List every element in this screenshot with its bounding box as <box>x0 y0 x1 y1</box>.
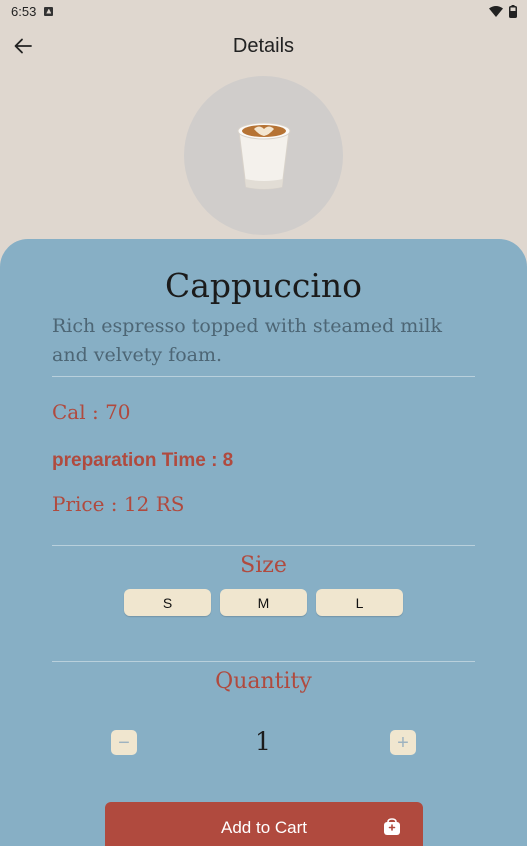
add-to-cart-button[interactable]: Add to Cart <box>105 802 423 846</box>
status-left: 6:53 <box>11 3 54 19</box>
status-time: 6:53 <box>11 3 37 19</box>
wifi-icon <box>489 5 503 17</box>
divider <box>52 545 475 546</box>
size-button-l[interactable]: L <box>316 589 403 616</box>
size-title: Size <box>240 553 287 578</box>
back-button[interactable] <box>10 34 36 58</box>
battery-icon <box>509 4 517 18</box>
status-bar: 6:53 <box>0 0 527 22</box>
status-right <box>489 4 517 18</box>
size-button-s[interactable]: S <box>124 589 211 616</box>
product-image <box>184 76 343 235</box>
notification-icon <box>44 6 54 16</box>
decrement-button[interactable]: − <box>111 730 137 755</box>
divider <box>52 376 475 377</box>
quantity-title: Quantity <box>215 669 312 694</box>
price-text: Price : 12 RS <box>52 492 185 516</box>
arrow-back-icon <box>14 38 32 54</box>
app-bar: Details <box>0 22 527 70</box>
quantity-value: 1 <box>255 727 271 756</box>
calories-text: Cal : 70 <box>52 400 131 424</box>
increment-button[interactable]: + <box>390 730 416 755</box>
product-name: Cappuccino <box>164 266 363 305</box>
size-button-m[interactable]: M <box>220 589 307 616</box>
cappuccino-cup-icon <box>237 122 290 189</box>
size-selector: S M L <box>124 589 403 616</box>
product-description: Rich espresso topped with steamed milk a… <box>52 315 442 366</box>
prep-time-text: preparation Time : 8 <box>52 450 234 471</box>
add-to-cart-label: Add to Cart <box>221 818 307 837</box>
cart-add-icon <box>384 818 400 835</box>
page-title: Details <box>232 34 295 57</box>
divider <box>52 661 475 662</box>
